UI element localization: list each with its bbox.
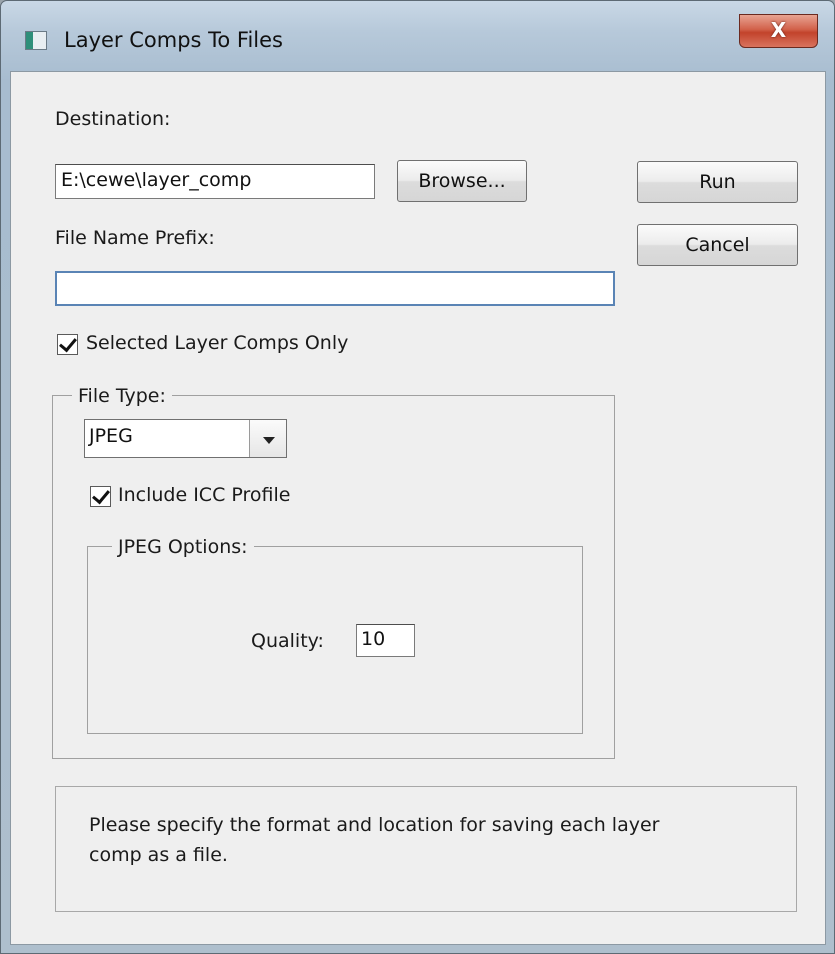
dialog-body: Destination: E:\cewe\layer_comp Browse..…	[10, 71, 826, 945]
icc-profile-label: Include ICC Profile	[118, 484, 291, 506]
help-text-line-1: Please specify the format and location f…	[89, 814, 660, 836]
file-type-value: JPEG	[89, 425, 133, 447]
app-icon	[25, 31, 47, 50]
file-type-select[interactable]: JPEG	[84, 419, 287, 458]
destination-label: Destination:	[55, 108, 171, 130]
run-button[interactable]: Run	[637, 161, 798, 203]
checkmark-icon	[59, 333, 77, 353]
dropdown-button[interactable]	[249, 420, 286, 457]
jpeg-options-legend: JPEG Options:	[112, 536, 254, 558]
checkmark-icon	[92, 485, 110, 505]
close-icon: X	[770, 18, 787, 42]
jpeg-options-group	[87, 546, 583, 734]
close-button[interactable]: X	[739, 14, 818, 48]
chevron-down-icon	[263, 437, 275, 444]
prefix-label: File Name Prefix:	[55, 227, 215, 249]
icc-profile-checkbox[interactable]	[90, 485, 111, 507]
quality-label: Quality:	[251, 630, 324, 652]
browse-button[interactable]: Browse...	[397, 160, 527, 202]
cancel-button[interactable]: Cancel	[637, 224, 798, 266]
quality-input[interactable]: 10	[356, 624, 415, 657]
help-text-line-2: comp as a file.	[89, 844, 228, 866]
selected-only-label: Selected Layer Comps Only	[86, 332, 349, 354]
file-type-legend: File Type:	[72, 385, 172, 407]
prefix-input[interactable]	[55, 271, 615, 306]
destination-input[interactable]: E:\cewe\layer_comp	[55, 164, 375, 199]
title-bar[interactable]: Layer Comps To Files X	[1, 1, 834, 67]
dialog-window: Layer Comps To Files X Destination: E:\c…	[0, 0, 835, 954]
selected-only-checkbox[interactable]	[57, 333, 78, 355]
window-title: Layer Comps To Files	[64, 28, 284, 52]
